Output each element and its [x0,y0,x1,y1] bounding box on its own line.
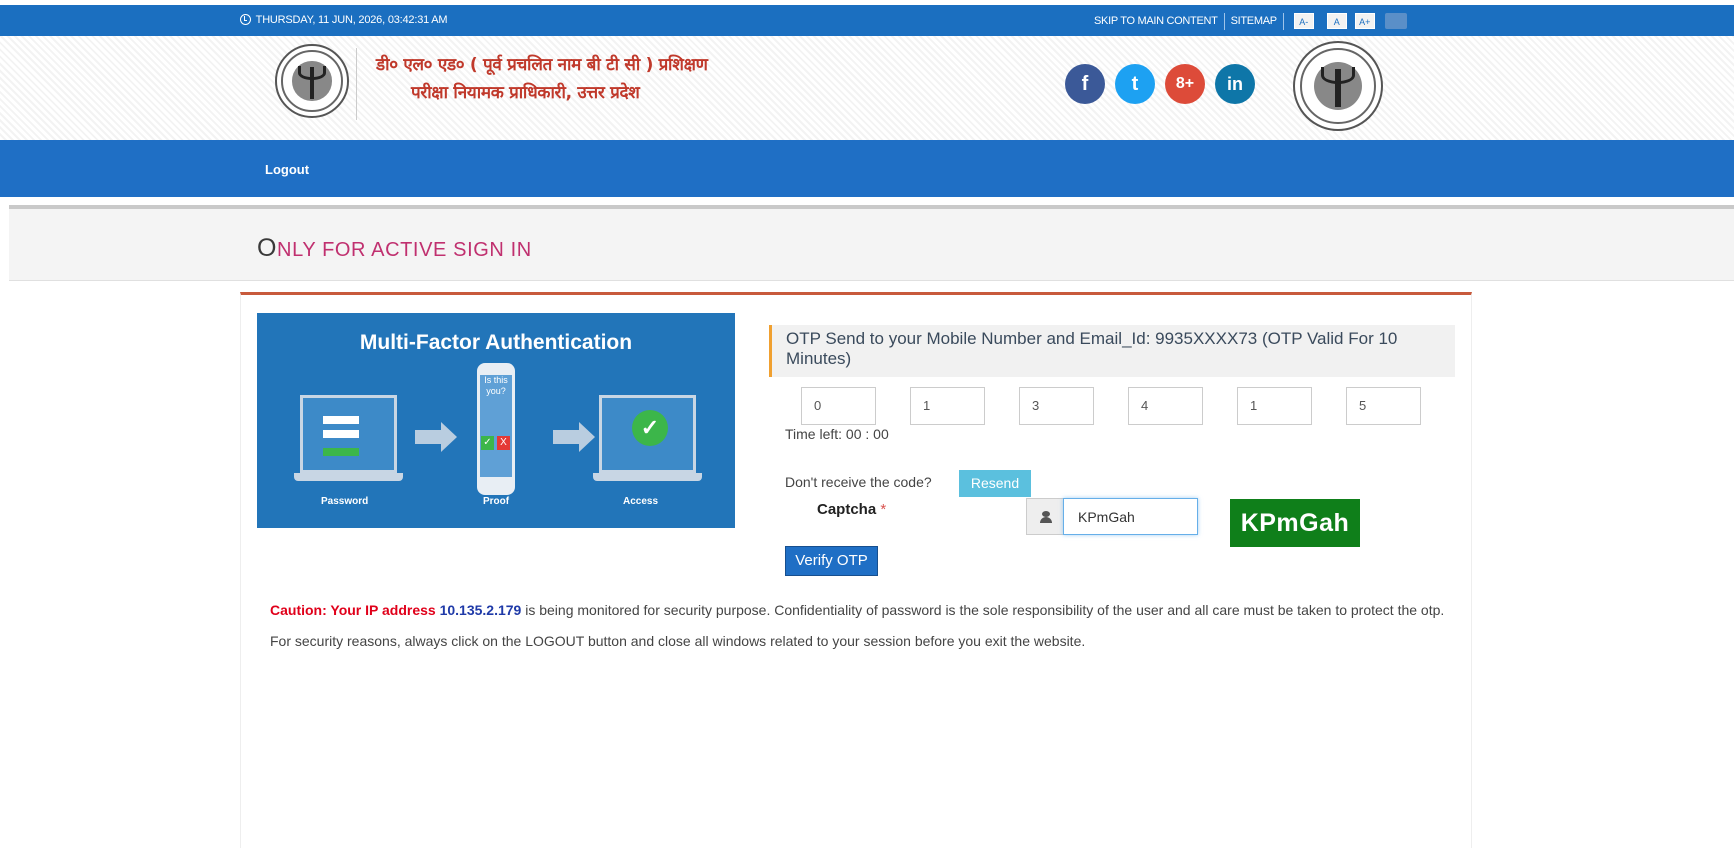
contrast-toggle[interactable] [1384,13,1407,29]
facebook-icon[interactable]: f [1065,64,1105,104]
twitter-icon[interactable]: t [1115,64,1155,104]
clock-icon [240,14,251,25]
skip-to-main-link[interactable]: SKIP TO MAIN CONTENT [1088,15,1224,27]
divider [1282,12,1284,30]
caution-prefix: Caution: Your IP address [270,602,436,618]
label-proof: Proof [483,496,510,507]
security-caution: Caution: Your IP address 10.135.2.179 is… [270,595,1460,657]
ip-address: 10.135.2.179 [439,602,522,618]
page-title: ONLY FOR ACTIVE SIGN IN [257,234,532,262]
laptop-access-icon: ✓ [599,395,696,473]
top-bar: THURSDAY, 11 JUN, 2026, 03:42:31 AM SKIP… [0,5,1734,36]
otp-digit-3[interactable]: 3 [1019,387,1094,425]
font-increase-button[interactable]: A+ [1354,13,1375,29]
accessibility-links: SKIP TO MAIN CONTENT SITEMAP A- A A+ [1088,12,1407,30]
up-emblem-logo [275,44,349,118]
mfa-illustration: Multi-Factor Authentication Is this you? … [257,313,735,528]
captcha-input[interactable]: KPmGah [1063,498,1198,535]
verify-otp-button[interactable]: Verify OTP [785,546,878,576]
site-title-line2: परीक्षा नियामक प्राधिकारी, उत्तर प्रदेश [411,83,640,103]
otp-digit-2[interactable]: 1 [910,387,985,425]
resend-button[interactable]: Resend [959,470,1031,497]
otp-digit-1[interactable]: 0 [801,387,876,425]
arrow-right-icon [553,422,595,452]
page-heading-band: ONLY FOR ACTIVE SIGN IN [9,209,1734,281]
captcha-image: KPmGah [1230,499,1360,547]
checkmark-icon: ✓ [632,410,668,446]
logout-link[interactable]: Logout [265,162,309,177]
font-normal-button[interactable]: A [1326,13,1347,29]
phone-proof-icon: Is this you? ✓ X [477,363,515,495]
label-access: Access [623,496,659,507]
linkedin-icon[interactable]: in [1215,64,1255,104]
captcha-label: Captcha * [817,501,887,518]
divider [356,48,357,120]
otp-digit-4[interactable]: 4 [1128,387,1203,425]
user-icon [1026,498,1064,535]
not-received-text: Don't receive the code? [785,474,932,490]
datetime-text: THURSDAY, 11 JUN, 2026, 03:42:31 AM [255,14,448,26]
mfa-title: Multi-Factor Authentication [359,331,633,354]
otp-info-box: OTP Send to your Mobile Number and Email… [769,325,1455,377]
otp-info-text: OTP Send to your Mobile Number and Email… [786,329,1398,368]
main-nav: Logout [0,140,1734,197]
otp-timer: Time left: 00 : 00 [785,426,889,442]
otp-digit-5[interactable]: 1 [1237,387,1312,425]
sitemap-link[interactable]: SITEMAP [1225,15,1283,27]
arrow-right-icon [415,422,457,452]
laptop-password-icon [300,395,397,473]
label-password: Password [321,496,369,507]
font-decrease-button[interactable]: A- [1293,13,1314,29]
otp-digit-6[interactable]: 5 [1346,387,1421,425]
up-government-seal [1293,41,1383,131]
datetime-display: THURSDAY, 11 JUN, 2026, 03:42:31 AM [240,14,448,26]
google-plus-icon[interactable]: 8+ [1165,64,1205,104]
site-header: डी० एल० एड० ( पूर्व प्रचलित नाम बी टी सी… [0,36,1734,140]
site-title-line1: डी० एल० एड० ( पूर्व प्रचलित नाम बी टी सी… [376,55,708,75]
